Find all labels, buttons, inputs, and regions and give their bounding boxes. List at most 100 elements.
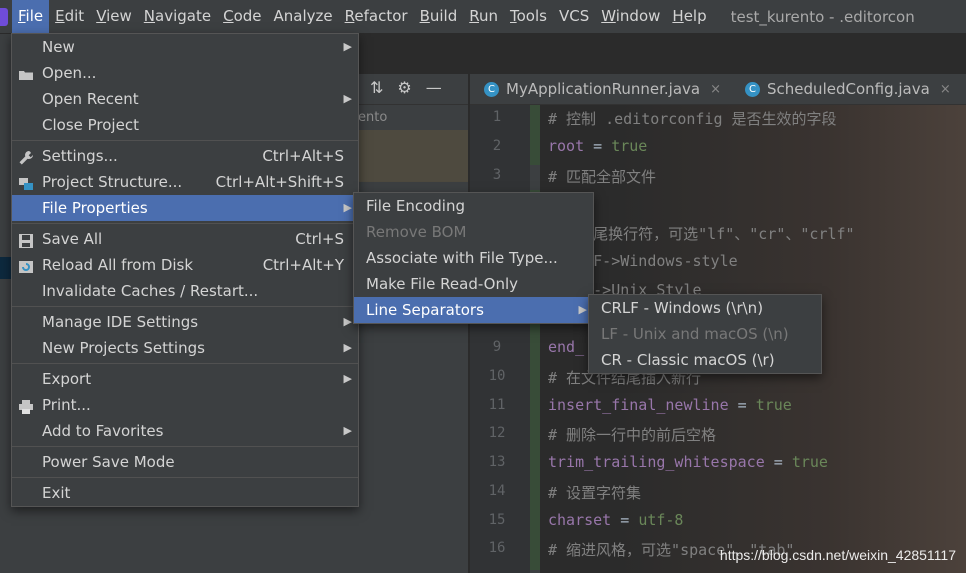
menu-item-label: Project Structure... [42,173,183,191]
menu-item-file-properties[interactable]: File Properties ▶ [12,195,358,221]
gear-icon[interactable]: ⚙ [397,78,411,97]
code-line: # 控制 .editorconfig 是否生效的字段 [548,108,837,129]
submenu-arrow-icon: ▶ [343,201,352,214]
submenu-arrow-icon: ▶ [578,303,587,316]
menu-item-label: LF - Unix and macOS (\n) [601,325,789,343]
menu-item-print[interactable]: Print... [12,392,358,418]
code-token: true [611,136,648,155]
tab-scheduled-config[interactable]: C ScheduledConfig.java × [731,74,961,104]
menu-item-shortcut: Ctrl+Alt+S [262,147,344,165]
menubar-label: uild [429,7,458,25]
menubar-file[interactable]: File [12,0,50,33]
close-icon[interactable]: × [940,82,951,97]
menu-item-label: Close Project [42,116,139,134]
mnemonic: V [96,7,107,25]
menu-item-label: Exit [42,484,71,502]
menu-item-settings[interactable]: Settings... Ctrl+Alt+S [12,143,358,169]
line-number: 10 [488,367,506,384]
code-line: insert_final_newline = true [548,396,792,414]
menu-item-label: CR - Classic macOS (\r) [601,351,775,369]
menu-item-new-projects-settings[interactable]: New Projects Settings ▶ [12,335,358,361]
code-token: = [728,395,756,414]
menu-item-remove-bom: Remove BOM [354,219,593,245]
menu-item-cr[interactable]: CR - Classic macOS (\r) [589,347,821,373]
line-number: 2 [492,137,502,154]
menu-item-label: Reload All from Disk [42,256,194,274]
menu-item-reload[interactable]: Reload All from Disk Ctrl+Alt+Y [12,252,358,278]
submenu-arrow-icon: ▶ [343,424,352,437]
menu-item-power-save-mode[interactable]: Power Save Mode [12,449,358,475]
project-row-highlight [358,130,468,156]
line-number: 1 [492,109,502,125]
menu-item-label: File Encoding [366,197,465,215]
menubar-refactor[interactable]: Refactor [339,0,414,33]
code-token: # 设置字符集 [548,483,642,502]
menu-item-file-encoding[interactable]: File Encoding [354,193,593,219]
line-number: 12 [488,425,506,442]
mnemonic: C [223,7,234,25]
menu-item-crlf[interactable]: CRLF - Windows (\r\n) [589,295,821,321]
menu-item-label: Settings... [42,147,118,165]
menubar-tools[interactable]: Tools [504,0,553,33]
code-token: true [791,453,828,471]
collapse-all-icon[interactable]: ⇅ [370,78,383,97]
menu-item-make-read-only[interactable]: Make File Read-Only [354,271,593,297]
editor-tabs: C MyApplicationRunner.java × C Scheduled… [470,74,966,105]
menubar-label: dit [64,7,85,25]
menubar-label: VCS [558,7,590,25]
menu-item-project-structure[interactable]: Project Structure... Ctrl+Alt+Shift+S [12,169,358,195]
menu-item-line-separators[interactable]: Line Separators ▶ [354,297,593,323]
submenu-arrow-icon: ▶ [343,315,352,328]
save-icon [18,231,34,248]
tab-my-application-runner[interactable]: C MyApplicationRunner.java × [470,74,731,104]
code-line: root = true [548,137,647,155]
menubar-window[interactable]: Window [595,0,666,33]
menu-item-add-to-favorites[interactable]: Add to Favorites ▶ [12,418,358,444]
menu-item-label: Save All [42,230,103,248]
menubar-label: elp [683,7,707,25]
code-token: true [755,395,792,414]
menu-item-manage-ide-settings[interactable]: Manage IDE Settings ▶ [12,309,358,335]
menubar-build[interactable]: Build [414,0,464,33]
submenu-arrow-icon: ▶ [343,92,352,105]
menu-item-shortcut: Ctrl+Alt+Y [262,256,344,274]
menu-item-save-all[interactable]: Save All Ctrl+S [12,226,358,252]
menu-item-open[interactable]: Open... [12,60,358,86]
mnemonic: H [672,7,684,25]
menu-item-associate-file-type[interactable]: Associate with File Type... [354,245,593,271]
menu-item-label: File Properties [42,199,148,217]
line-number: 3 [492,166,502,183]
menu-item-exit[interactable]: Exit [12,480,358,506]
menu-item-export[interactable]: Export ▶ [12,366,358,392]
hide-panel-icon[interactable]: — [426,78,442,97]
menu-item-new[interactable]: New ▶ [12,34,358,60]
menu-item-label: Manage IDE Settings [42,313,199,331]
line-number: 14 [488,482,506,499]
menubar-edit[interactable]: Edit [49,0,90,33]
menubar-label: iew [106,7,132,25]
menu-item-label: Make File Read-Only [366,275,519,293]
menubar-code[interactable]: Code [217,0,267,33]
menubar-run[interactable]: Run [463,0,504,33]
menubar-vcs[interactable]: VCS [553,0,595,33]
menu-bar: File Edit View Navigate Code Analyze Refactor B… [0,0,966,34]
menu-separator [12,306,358,307]
menubar-help[interactable]: Help [666,0,712,33]
mnemonic: N [143,7,156,25]
menu-item-open-recent[interactable]: Open Recent ▶ [12,86,358,112]
code-token: # 匹配全部文件 [548,167,657,186]
menubar-navigate[interactable]: Navigate [138,0,217,33]
menubar-view[interactable]: View [90,0,138,33]
line-number: 11 [488,396,506,413]
menubar-label: un [478,7,498,25]
menu-separator [12,363,358,364]
code-token: # 删除一行中的前后空格 [548,426,717,445]
menu-item-close-project[interactable]: Close Project [12,112,358,138]
menubar-analyze[interactable]: Analyze [268,0,339,33]
menu-item-invalidate-caches[interactable]: Invalidate Caches / Restart... [12,278,358,304]
menu-item-label: New [42,38,75,56]
menu-item-label: Export [42,370,92,388]
menubar-label: ools [516,7,547,25]
close-icon[interactable]: × [710,82,721,97]
code-token: trim_trailing_whitespace [548,453,765,471]
